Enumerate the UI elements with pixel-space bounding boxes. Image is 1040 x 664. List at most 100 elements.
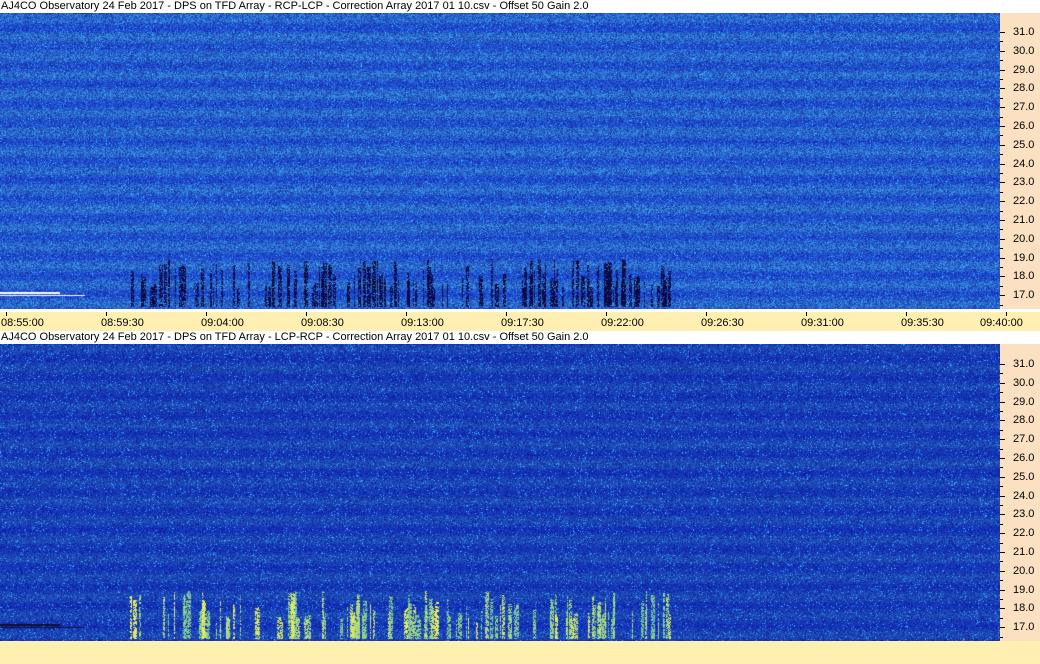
freq-minor-tick <box>1000 486 1003 487</box>
spectrogram-lcp-rcp[interactable] <box>0 344 1000 641</box>
frequency-axis-1: 31.0 30.0 29.0 28.0 27.0 26.0 25.0 24.0 23.0 22.0… <box>1000 13 1040 309</box>
freq-minor-tick <box>1000 552 1003 553</box>
freq-label: 24.0 <box>1013 159 1034 170</box>
spectrogram-canvas-lcp-rcp <box>0 344 1000 641</box>
freq-minor-tick <box>1000 449 1003 450</box>
time-tick <box>906 312 907 316</box>
time-label: 08:59:30 <box>101 317 144 329</box>
freq-minor-tick <box>1000 70 1003 71</box>
freq-minor-tick <box>1000 571 1003 572</box>
freq-minor-tick <box>1000 420 1003 421</box>
freq-minor-tick <box>1000 135 1003 136</box>
freq-label: 23.0 <box>1013 509 1034 520</box>
freq-minor-tick <box>1000 637 1003 638</box>
freq-minor-tick <box>1000 618 1003 619</box>
freq-minor-tick <box>1000 220 1003 221</box>
freq-minor-tick <box>1000 295 1003 296</box>
freq-minor-tick <box>1000 524 1003 525</box>
freq-minor-tick <box>1000 211 1003 212</box>
freq-minor-tick <box>1000 543 1003 544</box>
freq-minor-tick <box>1000 496 1003 497</box>
freq-label: 19.0 <box>1013 585 1034 596</box>
time-tick <box>106 312 107 316</box>
freq-label: 29.0 <box>1013 65 1034 76</box>
time-tick <box>306 312 307 316</box>
frequency-axis-2: 31.0 30.0 29.0 28.0 27.0 26.0 25.0 24.0 23.0 22.0… <box>1000 344 1040 641</box>
time-label: 09:08:30 <box>301 317 344 329</box>
freq-label: 18.0 <box>1013 271 1034 282</box>
freq-label: 18.0 <box>1013 603 1034 614</box>
freq-tick <box>1000 32 1005 33</box>
freq-label: 23.0 <box>1013 177 1034 188</box>
freq-label: 22.0 <box>1013 196 1034 207</box>
freq-minor-tick <box>1000 258 1003 259</box>
freq-label: 24.0 <box>1013 491 1034 502</box>
time-label: 09:26:30 <box>701 317 744 329</box>
freq-minor-tick <box>1000 41 1003 42</box>
freq-label: 28.0 <box>1013 415 1034 426</box>
freq-minor-tick <box>1000 79 1003 80</box>
freq-label: 22.0 <box>1013 528 1034 539</box>
freq-minor-tick <box>1000 60 1003 61</box>
freq-label: 20.0 <box>1013 234 1034 245</box>
time-tick <box>806 312 807 316</box>
freq-minor-tick <box>1000 627 1003 628</box>
freq-minor-tick <box>1000 608 1003 609</box>
panel-2-title: AJ4CO Observatory 24 Feb 2017 - DPS on T… <box>0 331 1040 344</box>
time-label: 09:04:00 <box>201 317 244 329</box>
freq-label: 31.0 <box>1013 359 1034 370</box>
freq-minor-tick <box>1000 580 1003 581</box>
freq-minor-tick <box>1000 51 1003 52</box>
freq-minor-tick <box>1000 467 1003 468</box>
freq-minor-tick <box>1000 439 1003 440</box>
freq-minor-tick <box>1000 305 1003 306</box>
time-label: 09:31:00 <box>801 317 844 329</box>
freq-label: 26.0 <box>1013 121 1034 132</box>
freq-label: 20.0 <box>1013 566 1034 577</box>
time-tick <box>206 312 207 316</box>
panel-1-title: AJ4CO Observatory 24 Feb 2017 - DPS on T… <box>0 0 1040 13</box>
time-tick <box>506 312 507 316</box>
freq-minor-tick <box>1000 383 1003 384</box>
freq-minor-tick <box>1000 430 1003 431</box>
freq-label: 29.0 <box>1013 397 1034 408</box>
freq-label: 27.0 <box>1013 434 1034 445</box>
time-tick <box>1006 312 1007 316</box>
time-tick <box>6 312 7 316</box>
freq-label: 31.0 <box>1013 27 1034 38</box>
time-label: 09:22:00 <box>601 317 644 329</box>
freq-minor-tick <box>1000 107 1003 108</box>
freq-minor-tick <box>1000 458 1003 459</box>
freq-minor-tick <box>1000 173 1003 174</box>
freq-label: 21.0 <box>1013 547 1034 558</box>
time-label: 09:40:00 <box>980 317 1023 329</box>
freq-label: 28.0 <box>1013 83 1034 94</box>
spectrogram-canvas-rcp-lcp <box>0 13 1000 309</box>
freq-label: 27.0 <box>1013 102 1034 113</box>
time-tick <box>406 312 407 316</box>
freq-minor-tick <box>1000 286 1003 287</box>
time-tick <box>606 312 607 316</box>
freq-minor-tick <box>1000 126 1003 127</box>
time-label: 09:17:30 <box>501 317 544 329</box>
freq-label: 17.0 <box>1013 622 1034 633</box>
time-axis-1: 08:55:00 08:59:30 09:04:00 09:08:30 09:13:00… <box>0 312 1040 331</box>
freq-minor-tick <box>1000 505 1003 506</box>
freq-minor-tick <box>1000 276 1003 277</box>
freq-minor-tick <box>1000 373 1003 374</box>
spectrogram-rcp-lcp[interactable] <box>0 13 1000 309</box>
freq-minor-tick <box>1000 599 1003 600</box>
freq-label: 19.0 <box>1013 253 1034 264</box>
freq-label: 30.0 <box>1013 46 1034 57</box>
time-label: 08:55:00 <box>1 317 44 329</box>
freq-minor-tick <box>1000 239 1003 240</box>
freq-tick <box>1000 364 1005 365</box>
freq-label: 25.0 <box>1013 140 1034 151</box>
freq-label: 25.0 <box>1013 472 1034 483</box>
freq-minor-tick <box>1000 117 1003 118</box>
freq-minor-tick <box>1000 514 1003 515</box>
freq-minor-tick <box>1000 201 1003 202</box>
freq-minor-tick <box>1000 411 1003 412</box>
freq-minor-tick <box>1000 182 1003 183</box>
freq-minor-tick <box>1000 88 1003 89</box>
